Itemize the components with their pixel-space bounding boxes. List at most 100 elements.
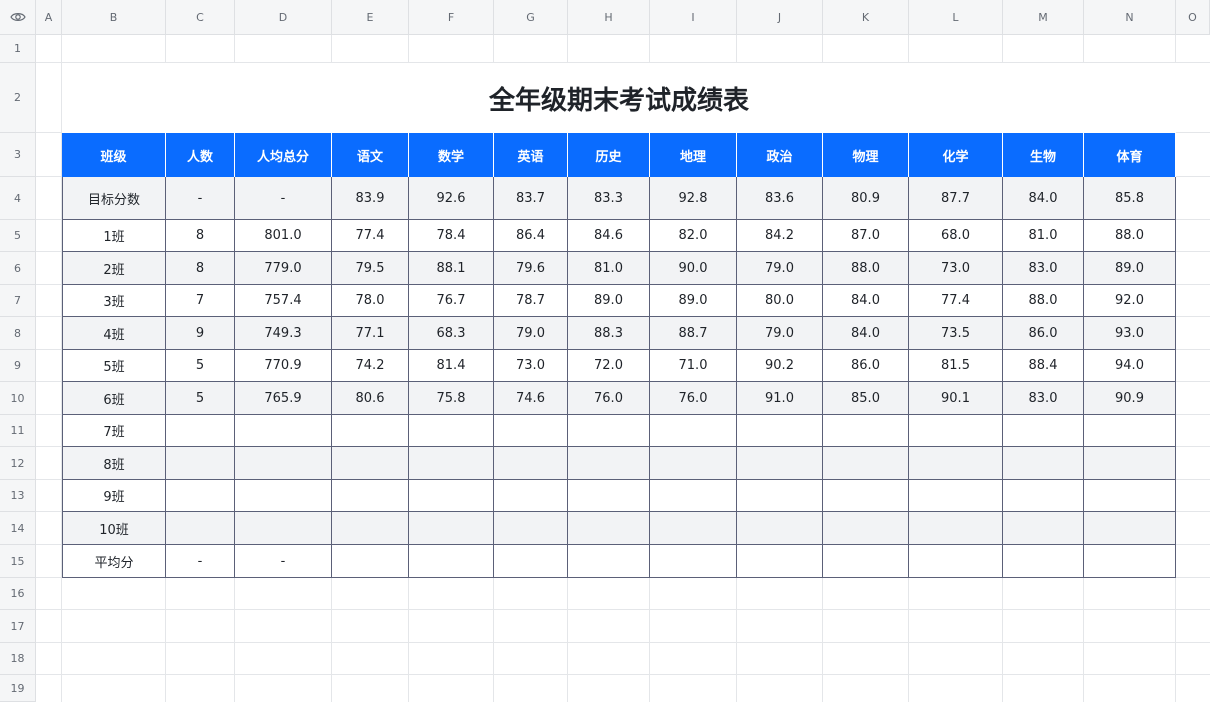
table-cell[interactable] (166, 512, 235, 545)
column-header-G[interactable]: G (494, 0, 568, 35)
table-cell[interactable] (737, 512, 823, 545)
table-cell[interactable] (737, 545, 823, 578)
table-cell[interactable]: 73.5 (909, 317, 1003, 350)
table-cell[interactable] (235, 447, 332, 480)
table-cell[interactable]: 81.5 (909, 350, 1003, 382)
table-cell[interactable]: 80.0 (737, 285, 823, 317)
table-cell[interactable] (909, 447, 1003, 480)
table-header-cell[interactable]: 数学 (409, 133, 494, 177)
table-cell[interactable] (650, 480, 737, 512)
row-label-cell[interactable]: 1班 (62, 220, 166, 252)
table-cell[interactable] (235, 512, 332, 545)
table-cell[interactable] (1003, 545, 1084, 578)
table-cell[interactable]: 89.0 (1084, 252, 1176, 285)
table-cell[interactable]: 83.0 (1003, 252, 1084, 285)
table-cell[interactable]: 88.4 (1003, 350, 1084, 382)
table-cell[interactable]: 78.4 (409, 220, 494, 252)
table-cell[interactable]: 9 (166, 317, 235, 350)
table-cell[interactable] (332, 512, 409, 545)
table-cell[interactable] (409, 512, 494, 545)
row-header-5[interactable]: 5 (0, 220, 36, 252)
table-header-cell[interactable]: 英语 (494, 133, 568, 177)
table-cell[interactable]: 71.0 (650, 350, 737, 382)
row-header-8[interactable]: 8 (0, 317, 36, 350)
table-cell[interactable] (909, 512, 1003, 545)
table-header-cell[interactable]: 班级 (62, 133, 166, 177)
table-cell[interactable]: 76.7 (409, 285, 494, 317)
table-header-cell[interactable]: 地理 (650, 133, 737, 177)
row-label-cell[interactable]: 7班 (62, 415, 166, 447)
table-cell[interactable]: 76.0 (568, 382, 650, 415)
column-header-A[interactable]: A (36, 0, 62, 35)
row-header-15[interactable]: 15 (0, 545, 36, 578)
table-header-cell[interactable]: 体育 (1084, 133, 1176, 177)
row-label-cell[interactable]: 2班 (62, 252, 166, 285)
table-cell[interactable]: 8 (166, 220, 235, 252)
column-header-N[interactable]: N (1084, 0, 1176, 35)
row-label-cell[interactable]: 5班 (62, 350, 166, 382)
table-cell[interactable]: 74.2 (332, 350, 409, 382)
row-label-cell[interactable]: 平均分 (62, 545, 166, 578)
table-cell[interactable]: 78.0 (332, 285, 409, 317)
column-header-H[interactable]: H (568, 0, 650, 35)
column-header-M[interactable]: M (1003, 0, 1084, 35)
table-cell[interactable] (909, 480, 1003, 512)
table-cell[interactable]: 90.9 (1084, 382, 1176, 415)
table-cell[interactable] (1003, 415, 1084, 447)
table-cell[interactable] (823, 480, 909, 512)
table-cell[interactable]: 7 (166, 285, 235, 317)
table-cell[interactable]: 749.3 (235, 317, 332, 350)
row-header-1[interactable]: 1 (0, 35, 36, 63)
table-cell[interactable]: 88.7 (650, 317, 737, 350)
table-cell[interactable] (494, 545, 568, 578)
eye-icon[interactable] (9, 11, 26, 23)
table-cell[interactable]: 81.4 (409, 350, 494, 382)
table-cell[interactable] (494, 447, 568, 480)
table-header-cell[interactable]: 语文 (332, 133, 409, 177)
row-header-3[interactable]: 3 (0, 133, 36, 177)
table-cell[interactable] (409, 415, 494, 447)
table-header-cell[interactable]: 政治 (737, 133, 823, 177)
table-cell[interactable]: 80.6 (332, 382, 409, 415)
table-cell[interactable] (650, 447, 737, 480)
table-cell[interactable] (1084, 545, 1176, 578)
table-cell[interactable] (1003, 447, 1084, 480)
table-cell[interactable] (332, 447, 409, 480)
table-header-cell[interactable]: 化学 (909, 133, 1003, 177)
table-cell[interactable]: 87.0 (823, 220, 909, 252)
row-header-10[interactable]: 10 (0, 382, 36, 415)
table-header-cell[interactable]: 历史 (568, 133, 650, 177)
table-cell[interactable] (1084, 447, 1176, 480)
table-cell[interactable]: 68.0 (909, 220, 1003, 252)
table-cell[interactable] (823, 545, 909, 578)
table-cell[interactable] (737, 447, 823, 480)
table-cell[interactable]: 93.0 (1084, 317, 1176, 350)
table-cell[interactable]: 86.0 (823, 350, 909, 382)
table-cell[interactable] (235, 415, 332, 447)
row-label-cell[interactable]: 8班 (62, 447, 166, 480)
table-cell[interactable] (494, 512, 568, 545)
row-label-cell[interactable]: 4班 (62, 317, 166, 350)
row-header-9[interactable]: 9 (0, 350, 36, 382)
table-cell[interactable]: 73.0 (909, 252, 1003, 285)
table-cell[interactable]: 90.1 (909, 382, 1003, 415)
table-cell[interactable]: 68.3 (409, 317, 494, 350)
table-cell[interactable]: 8 (166, 252, 235, 285)
table-cell[interactable] (1084, 480, 1176, 512)
table-cell[interactable]: 88.1 (409, 252, 494, 285)
table-cell[interactable]: 74.6 (494, 382, 568, 415)
table-cell[interactable] (166, 415, 235, 447)
table-cell[interactable]: 83.3 (568, 177, 650, 220)
table-cell[interactable] (568, 545, 650, 578)
table-cell[interactable] (494, 415, 568, 447)
table-header-cell[interactable]: 生物 (1003, 133, 1084, 177)
table-cell[interactable]: 79.0 (737, 252, 823, 285)
table-cell[interactable]: 88.0 (823, 252, 909, 285)
row-header-19[interactable]: 19 (0, 675, 36, 702)
table-cell[interactable] (332, 415, 409, 447)
table-cell[interactable] (823, 447, 909, 480)
table-cell[interactable]: 801.0 (235, 220, 332, 252)
table-cell[interactable] (1084, 415, 1176, 447)
table-cell[interactable]: 83.6 (737, 177, 823, 220)
row-header-7[interactable]: 7 (0, 285, 36, 317)
